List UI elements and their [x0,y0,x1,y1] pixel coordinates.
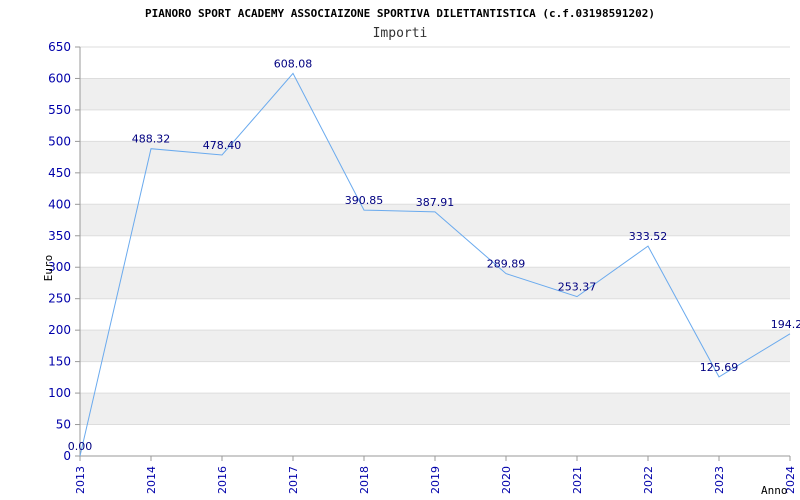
background-band [80,267,790,299]
background-band [80,330,790,362]
x-tick-label: 2021 [571,466,584,494]
data-label: 125.69 [700,361,739,374]
y-tick-label: 400 [48,197,71,211]
data-label: 608.08 [274,57,313,70]
data-label: 0.00 [68,440,93,453]
x-tick-label: 2017 [287,466,300,494]
background-band [80,393,790,425]
background-band [80,78,790,110]
data-label: 253.37 [558,281,597,294]
y-tick-label: 50 [56,418,71,432]
y-tick-label: 200 [48,323,71,337]
data-label: 194.20 [771,318,800,331]
y-tick-label: 150 [48,355,71,369]
y-tick-label: 350 [48,229,71,243]
line-chart: PIANORO SPORT ACADEMY ASSOCIAIZONE SPORT… [42,7,800,497]
y-tick-label: 450 [48,166,71,180]
y-tick-label: 650 [48,40,71,54]
x-tick-label: 2016 [216,466,229,494]
data-label: 390.85 [345,194,384,207]
x-tick-labels: 2013 2014 2016 2017 2018 2019 2020 2021 2022 2023… [74,456,797,494]
data-label: 289.89 [487,258,526,271]
x-tick-label: 2018 [358,466,371,494]
x-tick-label: 2020 [500,466,513,494]
x-axis-label: Anno [761,484,788,497]
data-label: 387.91 [416,196,455,209]
chart-title: PIANORO SPORT ACADEMY ASSOCIAIZONE SPORT… [145,7,655,20]
y-tick-label: 600 [48,71,71,85]
data-label: 488.32 [132,133,171,146]
chart-subtitle: Importi [373,26,428,41]
x-tick-label: 2013 [74,466,87,494]
y-axis-label: Euro [42,255,55,282]
y-tick-label: 250 [48,292,71,306]
x-tick-label: 2023 [713,466,726,494]
x-tick-label: 2022 [642,466,655,494]
y-tick-labels: 050100150200250300350400450500550600650 [48,40,71,463]
background-band [80,141,790,173]
y-tick-label: 550 [48,103,71,117]
y-tick-label: 100 [48,386,71,400]
background-bands [80,78,790,425]
x-tick-label: 2014 [145,466,158,494]
background-band [80,204,790,236]
y-tick-label: 500 [48,134,71,148]
data-label: 478.40 [203,139,242,152]
data-label: 333.52 [629,230,668,243]
x-tick-label: 2019 [429,466,442,494]
